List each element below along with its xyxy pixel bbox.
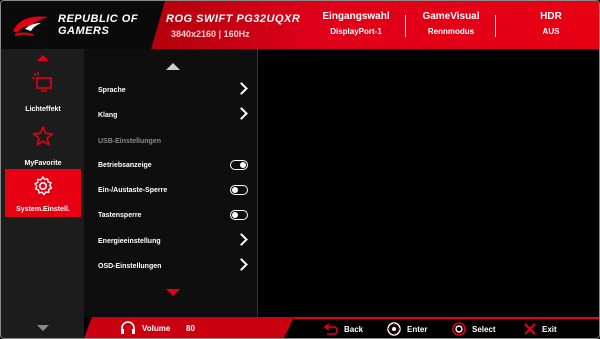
- key-label: Exit: [542, 325, 557, 334]
- menu-row-label: USB-Einstellungen: [98, 138, 162, 145]
- menu-row-power-key-lock[interactable]: Ein-/Austaste-Sperre: [98, 184, 254, 198]
- sidebar: Lichteffekt MyFavorite System.Einstell.: [1, 49, 84, 338]
- status-divider: [405, 15, 406, 37]
- input-select-status: Eingangswahl DisplayPort-1: [311, 11, 401, 36]
- light-effect-icon: [32, 72, 52, 92]
- menu-row-label: Ein-/Austaste-Sperre: [98, 187, 168, 194]
- sidebar-item-label: Lichteffekt: [25, 106, 61, 113]
- menu-row-usb-settings: USB-Einstellungen: [98, 135, 254, 149]
- sidebar-item-myfavorite[interactable]: MyFavorite: [5, 119, 81, 171]
- menu-row-label: Sprache: [98, 87, 126, 94]
- status-divider: [495, 15, 496, 37]
- key-label: Back: [344, 325, 364, 334]
- chevron-right-icon: [235, 258, 248, 271]
- hdr-status: HDR AUS: [511, 11, 591, 36]
- status-title: HDR: [540, 11, 562, 22]
- status-value: DisplayPort-1: [330, 27, 382, 36]
- resolution-refresh: 3840x2160 | 160Hz: [171, 29, 250, 39]
- menu-row-label: Energieeinstellung: [98, 238, 161, 245]
- menu-scroll-up-icon[interactable]: [166, 63, 180, 70]
- sidebar-scroll-down-icon[interactable]: [37, 325, 49, 331]
- close-icon: [524, 323, 536, 335]
- key-label: Enter: [407, 325, 428, 334]
- osd-window: REPUBLIC OF GAMERS ROG SWIFT PG32UQXR 38…: [0, 0, 600, 339]
- toggle-switch-on[interactable]: [230, 160, 248, 170]
- toggle-knob: [240, 162, 246, 168]
- menu-row-label: Tastensperre: [98, 212, 142, 219]
- status-title: Eingangswahl: [322, 11, 390, 22]
- back-arrow-icon: [324, 323, 338, 335]
- sidebar-item-system-settings[interactable]: System.Einstell.: [5, 169, 81, 217]
- menu-row-osd-settings[interactable]: OSD-Einstellungen: [98, 258, 254, 274]
- toggle-knob: [232, 212, 238, 218]
- sidebar-item-lichteffekt[interactable]: Lichteffekt: [5, 65, 81, 117]
- brand-line-2: GAMERS: [58, 25, 110, 37]
- chevron-right-icon: [235, 107, 248, 120]
- toggle-switch-off[interactable]: [230, 210, 248, 220]
- menu-row-energieeinstellung[interactable]: Energieeinstellung: [98, 233, 254, 249]
- back-key[interactable]: Back: [324, 322, 374, 336]
- submenu-area: [258, 49, 599, 317]
- sidebar-scroll-up-icon[interactable]: [37, 55, 49, 61]
- osd-header: REPUBLIC OF GAMERS ROG SWIFT PG32UQXR 38…: [1, 1, 599, 49]
- status-value: Rennmodus: [427, 27, 475, 36]
- key-label: Select: [472, 325, 496, 334]
- menu-row-sprache[interactable]: Sprache: [98, 82, 254, 98]
- toggle-knob: [232, 187, 238, 193]
- gamevisual-status: GameVisual Rennmodus: [411, 11, 491, 36]
- chevron-right-icon: [235, 233, 248, 246]
- footer-bar: Volume 80 Back Enter Select Exit: [84, 317, 599, 338]
- gear-icon: [34, 176, 53, 196]
- menu-row-betriebsanzeige[interactable]: Betriebsanzeige: [98, 159, 254, 173]
- headphones-icon: [121, 321, 135, 334]
- volume-value: 80: [186, 324, 195, 333]
- menu-row-tastensperre[interactable]: Tastensperre: [98, 209, 254, 223]
- model-name: ROG SWIFT PG32UQXR: [166, 13, 301, 25]
- menu-scroll-down-icon[interactable]: [166, 289, 180, 296]
- sidebar-item-label: MyFavorite: [24, 160, 62, 167]
- select-key[interactable]: Select: [452, 322, 512, 336]
- toggle-switch-off[interactable]: [230, 185, 248, 195]
- rog-eye-logo-icon: [13, 16, 49, 36]
- chevron-right-icon: [235, 82, 248, 95]
- settings-menu: Sprache Klang USB-Einstellungen Betriebs…: [84, 49, 258, 317]
- joystick-enter-icon: [387, 322, 401, 336]
- exit-key[interactable]: Exit: [524, 322, 574, 336]
- status-value: AUS: [542, 27, 560, 36]
- brand-line-1: REPUBLIC OF: [58, 13, 139, 25]
- volume-label: Volume: [142, 324, 171, 333]
- menu-row-klang[interactable]: Klang: [98, 107, 254, 123]
- brand-name: REPUBLIC OF GAMERS: [58, 13, 138, 37]
- menu-row-label: Klang: [98, 112, 118, 119]
- enter-key[interactable]: Enter: [387, 322, 442, 336]
- sidebar-item-label: System.Einstell.: [16, 206, 70, 213]
- star-icon: [32, 126, 54, 146]
- status-title: GameVisual: [422, 11, 480, 22]
- menu-row-label: OSD-Einstellungen: [98, 263, 162, 270]
- footer-accent-line: [294, 317, 599, 319]
- joystick-select-icon: [452, 322, 466, 336]
- menu-row-label: Betriebsanzeige: [98, 162, 152, 169]
